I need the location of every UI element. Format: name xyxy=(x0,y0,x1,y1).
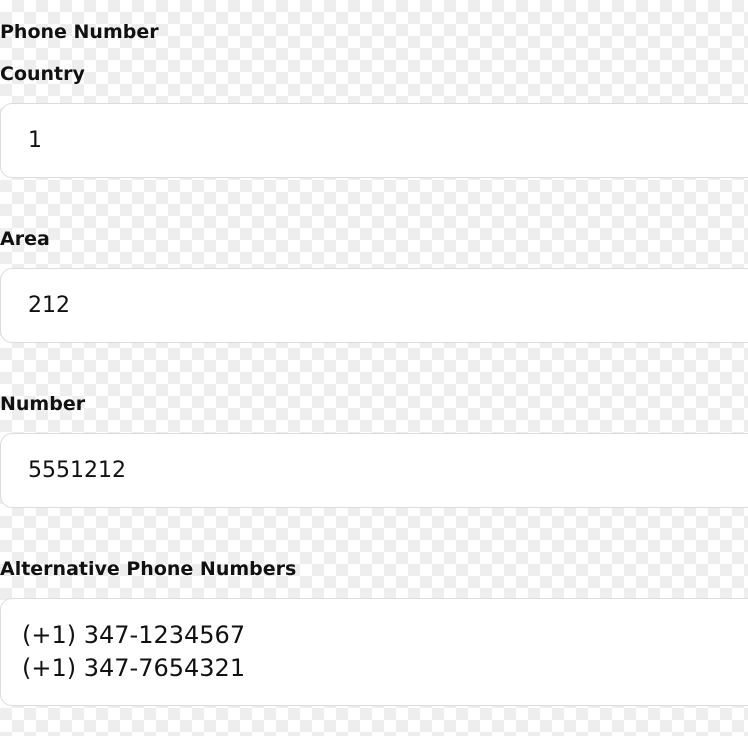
section-title-phone-number: Phone Number xyxy=(0,21,159,43)
alternative-phone-numbers-label: Alternative Phone Numbers xyxy=(0,558,297,580)
area-field-box xyxy=(0,268,748,343)
alternative-phone-numbers-box: (+1) 347-1234567 (+1) 347-7654321 xyxy=(0,598,748,706)
country-input[interactable] xyxy=(1,104,748,177)
area-label: Area xyxy=(0,228,50,250)
alternative-phone-numbers-textarea[interactable]: (+1) 347-1234567 (+1) 347-7654321 xyxy=(1,599,748,705)
area-input[interactable] xyxy=(1,269,748,342)
country-field-box xyxy=(0,103,748,178)
number-field-box xyxy=(0,433,748,508)
number-input[interactable] xyxy=(1,434,748,507)
number-label: Number xyxy=(0,393,86,415)
country-label: Country xyxy=(0,63,85,85)
